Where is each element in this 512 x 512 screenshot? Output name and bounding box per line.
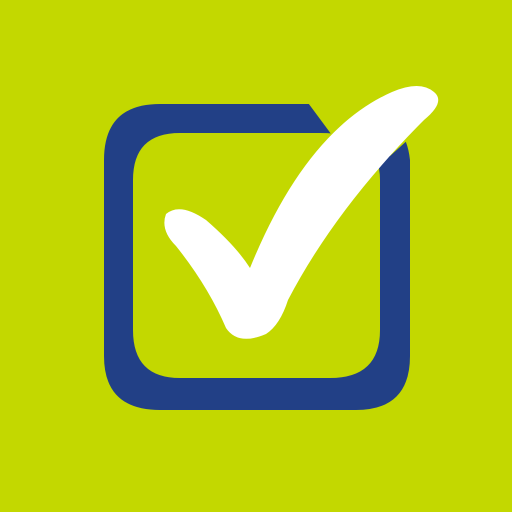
checkbox-checked-icon	[0, 0, 512, 512]
app-icon	[0, 0, 512, 512]
